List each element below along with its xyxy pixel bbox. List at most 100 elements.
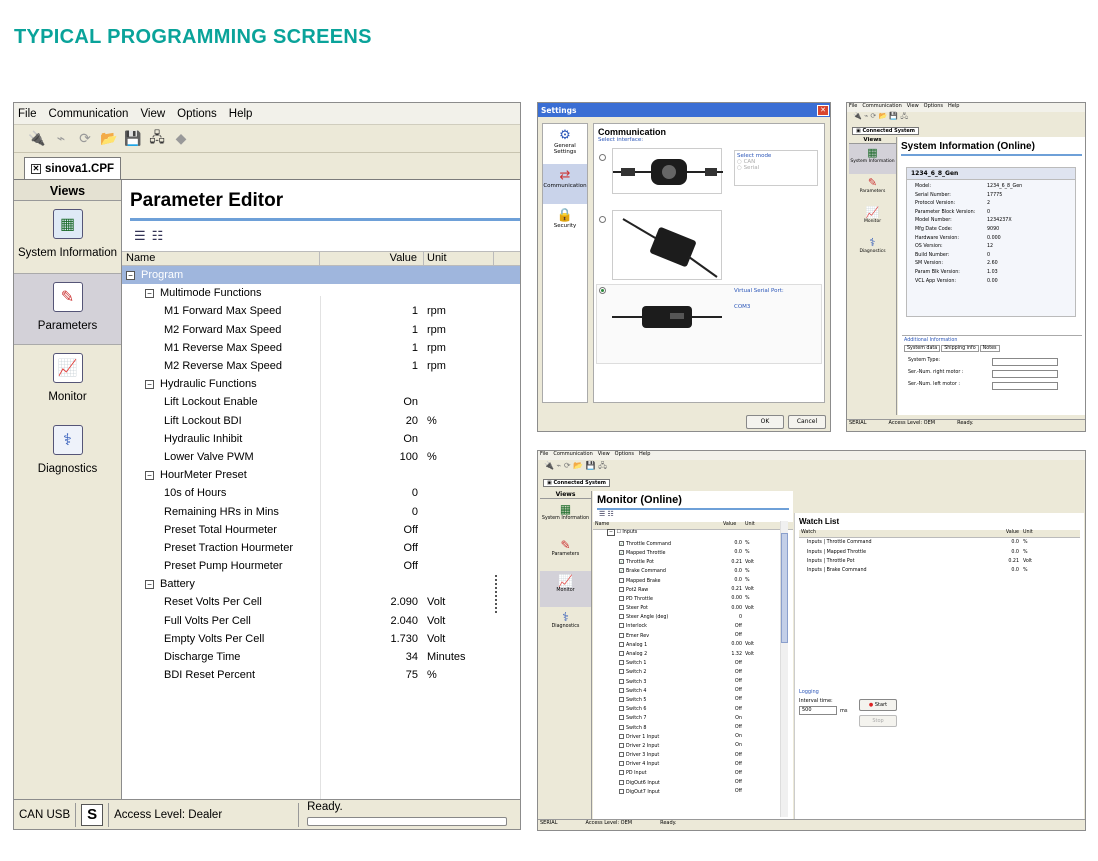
refresh-icon[interactable]: ⟳ bbox=[76, 130, 94, 148]
table-row[interactable]: Analog 1 0.00 Volt bbox=[593, 640, 793, 649]
table-row[interactable]: BDI Reset Percent 75% bbox=[122, 666, 520, 684]
table-row[interactable]: ✓ Throttle Command 0.0% bbox=[593, 539, 793, 548]
menu-options[interactable]: Options bbox=[924, 103, 943, 112]
com-port-value[interactable]: COM3 bbox=[734, 304, 750, 310]
table-row[interactable]: Reset Volts Per Cell 2.090 Volt bbox=[122, 593, 520, 611]
menu-communication[interactable]: Communication bbox=[49, 108, 129, 120]
watch-checkbox[interactable] bbox=[619, 623, 624, 629]
column-name[interactable]: Name bbox=[593, 522, 723, 529]
table-row[interactable]: Lift Lockout Enable On bbox=[122, 393, 520, 411]
collapse-icon[interactable]: − bbox=[145, 470, 154, 480]
ok-button[interactable]: OK bbox=[746, 415, 784, 429]
table-row[interactable]: 10s of Hours 0 bbox=[122, 484, 520, 502]
disconnect-icon[interactable]: ⌁ bbox=[52, 130, 70, 148]
table-row[interactable]: Remaining HRs in Mins 0 bbox=[122, 502, 520, 520]
close-tab-icon[interactable]: ✕ bbox=[31, 163, 41, 174]
settings-item-security[interactable]: 🔒 Security bbox=[543, 204, 587, 244]
table-row[interactable]: Switch 4 Off bbox=[593, 686, 793, 695]
watch-checkbox[interactable] bbox=[619, 632, 624, 638]
column-unit[interactable]: Unit bbox=[745, 522, 765, 529]
table-row[interactable]: Hydraulic Inhibit On bbox=[122, 430, 520, 448]
connect-icon[interactable]: 🔌 bbox=[28, 130, 46, 148]
table-row[interactable]: Switch 5 Off bbox=[593, 695, 793, 704]
expand-all-icon[interactable]: ☰ bbox=[134, 228, 146, 244]
watch-checkbox[interactable] bbox=[619, 724, 624, 730]
table-row[interactable]: M1 Forward Max Speed 1 rpm bbox=[122, 302, 520, 320]
tree-group-row[interactable]: − Program bbox=[122, 266, 520, 285]
table-row[interactable]: Driver 4 Input Off bbox=[593, 760, 793, 769]
sidebar-item-monitor[interactable]: 📈 Monitor bbox=[540, 571, 591, 607]
watch-row[interactable]: Inputs | Throttle Pot 0.21 Volt bbox=[799, 557, 1080, 566]
close-icon[interactable]: ✕ bbox=[817, 104, 829, 116]
watch-checkbox[interactable] bbox=[619, 733, 624, 739]
table-row[interactable]: DigOut7 Input Off bbox=[593, 787, 793, 796]
tree-group-row[interactable]: − Battery bbox=[122, 575, 520, 593]
watch-checkbox[interactable] bbox=[619, 641, 624, 647]
watch-checkbox[interactable] bbox=[619, 752, 624, 758]
start-button[interactable]: ● Start bbox=[859, 699, 897, 711]
collapse-icon[interactable]: − bbox=[145, 288, 154, 298]
monitor-tab[interactable]: ▣ Connected System bbox=[543, 479, 610, 487]
tree-group-row[interactable]: − Hydraulic Functions bbox=[122, 375, 520, 393]
menu-view[interactable]: View bbox=[598, 451, 610, 460]
table-row[interactable]: M2 Forward Max Speed 1 rpm bbox=[122, 321, 520, 339]
menu-options[interactable]: Options bbox=[615, 451, 634, 460]
watch-checkbox[interactable] bbox=[619, 706, 624, 712]
menu-options[interactable]: Options bbox=[177, 108, 217, 120]
menu-view[interactable]: View bbox=[907, 103, 919, 112]
table-row[interactable]: Switch 3 Off bbox=[593, 677, 793, 686]
mode-serial[interactable]: ○ Serial bbox=[737, 165, 815, 171]
stop-button[interactable]: Stop bbox=[859, 715, 897, 727]
table-row[interactable]: ✓ Throttle Pot 0.21 Volt bbox=[593, 558, 793, 567]
menu-communication[interactable]: Communication bbox=[862, 103, 901, 112]
settings-item-general[interactable]: ⚙ General Settings bbox=[543, 124, 587, 164]
radio-virtual-serial[interactable] bbox=[599, 287, 606, 294]
watch-checkbox[interactable]: ✓ bbox=[619, 568, 624, 574]
watch-checkbox[interactable] bbox=[619, 779, 624, 785]
tree-group-row[interactable]: − Multimode Functions bbox=[122, 284, 520, 302]
table-row[interactable]: M1 Reverse Max Speed 1 rpm bbox=[122, 339, 520, 357]
cancel-button[interactable]: Cancel bbox=[788, 415, 826, 429]
menu-file[interactable]: File bbox=[18, 108, 37, 120]
table-row[interactable]: Steer Angle (deg) 0 bbox=[593, 613, 793, 622]
subtab-notes[interactable]: Notes bbox=[979, 345, 1000, 352]
sidebar-item-diagnostics[interactable]: ⚕ Diagnostics bbox=[540, 607, 591, 643]
table-row[interactable]: PD Input Off bbox=[593, 769, 793, 778]
table-row[interactable]: Driver 2 Input On bbox=[593, 741, 793, 750]
table-row[interactable]: Lower Valve PWM 100% bbox=[122, 448, 520, 466]
table-row[interactable]: Discharge Time 34 Minutes bbox=[122, 648, 520, 666]
collapse-icon[interactable]: − bbox=[145, 379, 154, 389]
table-row[interactable]: Switch 7 On bbox=[593, 714, 793, 723]
system-type-select[interactable] bbox=[992, 358, 1058, 366]
table-row[interactable]: Pot2 Raw 0.21 Volt bbox=[593, 585, 793, 594]
table-row[interactable]: ✓ Brake Command 0.0% bbox=[593, 567, 793, 576]
table-row[interactable]: Emer Rev Off bbox=[593, 631, 793, 640]
watch-checkbox[interactable] bbox=[619, 678, 624, 684]
table-row[interactable]: Driver 1 Input On bbox=[593, 732, 793, 741]
sysinfo-tab[interactable]: ▣ Connected System bbox=[852, 127, 919, 135]
watch-checkbox[interactable] bbox=[619, 660, 624, 666]
sidebar-item-monitor[interactable]: 📈 Monitor bbox=[849, 204, 896, 234]
watch-checkbox[interactable] bbox=[619, 669, 624, 675]
watch-checkbox[interactable] bbox=[619, 586, 624, 592]
watch-column-value[interactable]: Value bbox=[999, 530, 1023, 537]
menu-help[interactable]: Help bbox=[229, 108, 253, 120]
column-value[interactable]: Value bbox=[723, 522, 745, 529]
watch-checkbox[interactable] bbox=[619, 605, 624, 611]
watch-checkbox[interactable] bbox=[619, 614, 624, 620]
watch-checkbox[interactable]: ✓ bbox=[619, 559, 624, 565]
sidebar-item-diagnostics[interactable]: ⚕ Diagnostics bbox=[849, 234, 896, 264]
table-row[interactable]: Full Volts Per Cell 2.040 Volt bbox=[122, 612, 520, 630]
menu-help[interactable]: Help bbox=[948, 103, 959, 112]
scroll-grip[interactable] bbox=[495, 575, 497, 613]
sidebar-item-monitor[interactable]: 📈 Monitor bbox=[14, 345, 121, 417]
table-row[interactable]: Interlock Off bbox=[593, 622, 793, 631]
ser-left-input[interactable] bbox=[992, 382, 1058, 390]
sidebar-item-diagnostics[interactable]: ⚕ Diagnostics bbox=[14, 417, 121, 489]
table-row[interactable]: Analog 2 1.32 Volt bbox=[593, 649, 793, 658]
table-row[interactable]: Switch 1 Off bbox=[593, 659, 793, 668]
program-icon[interactable]: ◆ bbox=[172, 130, 190, 148]
menu-communication[interactable]: Communication bbox=[553, 451, 592, 460]
table-row[interactable]: DigOut6 Input Off bbox=[593, 778, 793, 787]
watch-column-watch[interactable]: Watch bbox=[799, 530, 999, 537]
